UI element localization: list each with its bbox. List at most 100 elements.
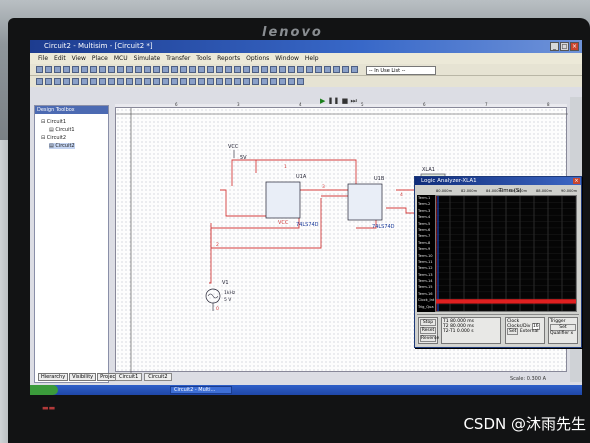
toolbar-icon[interactable] [72,78,79,85]
toolbar-icon[interactable] [261,66,268,73]
toolbar-icon[interactable] [207,78,214,85]
toolbar-icon[interactable] [252,78,259,85]
toolbar-icon[interactable] [90,78,97,85]
flipflop-u1a[interactable] [265,181,301,219]
toolbar-icon[interactable] [180,66,187,73]
toolbar-icon[interactable] [279,66,286,73]
toolbar-icon[interactable] [315,66,322,73]
toolbar-icon[interactable] [270,66,277,73]
minimize-button[interactable]: _ [550,42,559,51]
toolbar-icon[interactable] [72,66,79,73]
tab-hierarchy[interactable]: Hierarchy [38,373,69,381]
in-use-list-dropdown[interactable]: -- In Use List -- [366,66,436,75]
tab-visibility[interactable]: Visibility [69,373,97,381]
toolbar-icon[interactable] [189,66,196,73]
toolbar-icon[interactable] [54,78,61,85]
toolbar-icon[interactable] [81,78,88,85]
toolbar-icon[interactable] [99,66,106,73]
toolbar-icon[interactable] [81,66,88,73]
toolbar-icon[interactable] [153,78,160,85]
menu-item-edit[interactable]: Edit [54,55,66,62]
menu-item-options[interactable]: Options [246,55,269,62]
toolbar-icon[interactable] [324,66,331,73]
toolbar-icon[interactable] [297,66,304,73]
toolbar-icon[interactable] [162,66,169,73]
menu-item-mcu[interactable]: MCU [114,55,128,62]
toolbar-icon[interactable] [144,78,151,85]
reset-button[interactable]: Reset [420,327,436,334]
toolbar-icon[interactable] [288,78,295,85]
clock-set-button[interactable]: Set [507,328,519,335]
toolbar-icon[interactable] [279,78,286,85]
toolbar-icon[interactable] [216,66,223,73]
toolbar-icon[interactable] [54,66,61,73]
toolbar-icon[interactable] [270,78,277,85]
close-button[interactable]: × [570,42,579,51]
toolbar-icon[interactable] [333,66,340,73]
tree-item-circuit1[interactable]: ⊟ Circuit1 [41,119,66,125]
menu-item-simulate[interactable]: Simulate [134,55,161,62]
toolbar-icon[interactable] [45,78,52,85]
trigger-set-button[interactable]: Set [550,324,576,331]
toolbar-icon[interactable] [216,78,223,85]
toolbar-icon[interactable] [198,78,205,85]
toolbar-icon[interactable] [117,66,124,73]
menu-item-reports[interactable]: Reports [217,55,240,62]
toolbar-icon[interactable] [225,66,232,73]
toolbar-icon[interactable] [261,78,268,85]
reverse-button[interactable]: Reverse [420,335,439,342]
flipflop-u1b[interactable] [347,183,383,221]
toolbar-icon[interactable] [171,66,178,73]
toolbar-icon[interactable] [234,66,241,73]
toolbar-icon[interactable] [144,66,151,73]
toolbar-icon[interactable] [162,78,169,85]
toolbar-icon[interactable] [351,66,358,73]
menu-item-window[interactable]: Window [275,55,299,62]
toolbar-icon[interactable] [171,78,178,85]
toolbar-icon[interactable] [63,66,70,73]
toolbar-icon[interactable] [45,66,52,73]
toolbar-icon[interactable] [36,78,43,85]
menu-item-transfer[interactable]: Transfer [166,55,190,62]
menu-item-tools[interactable]: Tools [196,55,211,62]
toolbar-icon[interactable] [234,78,241,85]
toolbar-icon[interactable] [108,66,115,73]
menu-item-help[interactable]: Help [305,55,319,62]
logic-analyzer-close-button[interactable]: × [573,178,580,184]
toolbar-icon[interactable] [342,66,349,73]
taskbar-item-multisim[interactable]: Circuit2 - Multi... [170,386,232,394]
tab-circuit2[interactable]: Circuit2 [144,373,172,381]
toolbar-icon[interactable] [63,78,70,85]
toolbar-icon[interactable] [36,66,43,73]
menu-item-file[interactable]: File [38,55,48,62]
toolbar-icon[interactable] [198,66,205,73]
toolbar-icon[interactable] [180,78,187,85]
toolbar-icon[interactable] [243,66,250,73]
toolbar-icon[interactable] [288,66,295,73]
toolbar-icon[interactable] [90,66,97,73]
toolbar-icon[interactable] [117,78,124,85]
toolbar-icon[interactable] [306,66,313,73]
menu-item-place[interactable]: Place [92,55,108,62]
toolbar-icon[interactable] [135,78,142,85]
external-option[interactable]: External [520,329,539,334]
toolbar-icon[interactable] [126,78,133,85]
toolbar-icon[interactable] [108,78,115,85]
toolbar-icon[interactable] [153,66,160,73]
logic-analyzer-plot[interactable]: 80.000m 82.000m 84.000m 86.000m 88.000m 90.00… [435,189,577,312]
toolbar-icon[interactable] [225,78,232,85]
start-button[interactable] [30,385,58,395]
toolbar-icon[interactable] [99,78,106,85]
toolbar-icon[interactable] [297,78,304,85]
toolbar-icon[interactable] [243,78,250,85]
toolbar-icon[interactable] [252,66,259,73]
tree-item-circuit1-sheet[interactable]: ▤ Circuit1 [49,127,75,133]
tab-circuit1[interactable]: Circuit1 [115,373,143,381]
toolbar-icon[interactable] [189,78,196,85]
toolbar-icon[interactable] [126,66,133,73]
tree-item-circuit2[interactable]: ⊟ Circuit2 [41,135,66,141]
toolbar-icon[interactable] [135,66,142,73]
menu-item-view[interactable]: View [72,55,86,62]
maximize-button[interactable]: □ [560,42,569,51]
toolbar-icon[interactable] [207,66,214,73]
